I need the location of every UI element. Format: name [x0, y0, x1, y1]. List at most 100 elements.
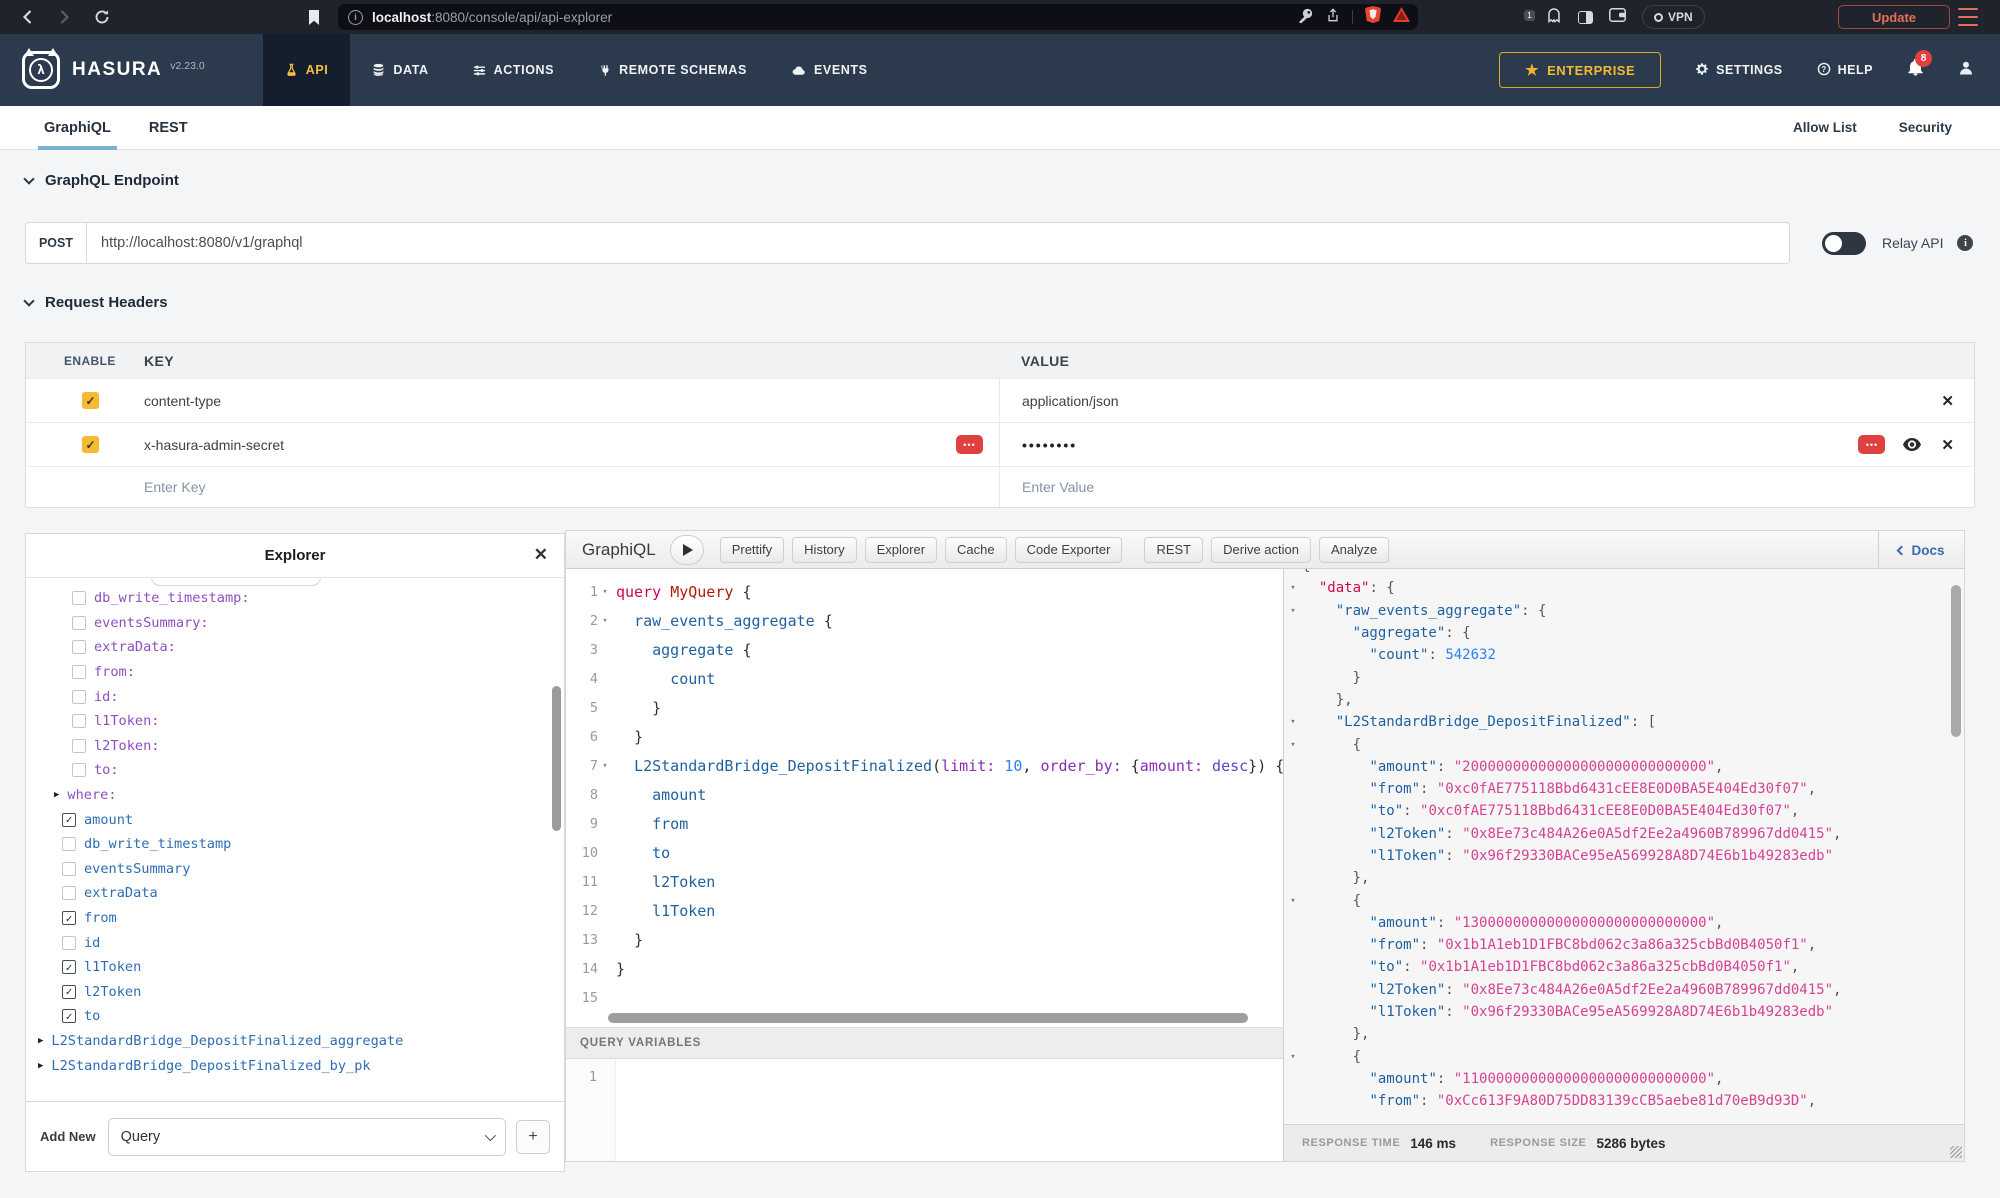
explorer-item-where[interactable]: ▶where: — [26, 783, 564, 808]
field-checkbox[interactable] — [62, 960, 76, 974]
new-header-key-input[interactable]: Enter Key — [116, 479, 999, 495]
enable-checkbox[interactable]: ✓ — [82, 392, 99, 409]
reload-icon[interactable] — [88, 3, 116, 31]
masked-indicator-icon[interactable] — [1858, 435, 1885, 454]
update-button[interactable]: Update — [1838, 5, 1950, 29]
field-checkbox[interactable] — [72, 714, 86, 728]
expand-arrow-icon[interactable]: ▶ — [38, 1061, 43, 1071]
header-key-input[interactable]: x-hasura-admin-secret — [144, 437, 284, 453]
forward-icon[interactable] — [50, 3, 78, 31]
explorer-scrollbar[interactable] — [552, 686, 561, 831]
docs-button[interactable]: Docs — [1878, 531, 1964, 569]
field-checkbox[interactable] — [62, 813, 76, 827]
field-checkbox[interactable] — [72, 591, 86, 605]
user-button[interactable] — [1958, 60, 1974, 81]
response-viewer[interactable]: {▾ "data": {▾ "raw_events_aggregate": { … — [1284, 569, 1948, 1124]
back-icon[interactable] — [14, 3, 42, 31]
expand-arrow-icon[interactable]: ▶ — [54, 790, 59, 800]
explorer-item-l2token[interactable]: l2Token: — [26, 734, 564, 759]
resize-grip[interactable] — [1950, 1146, 1962, 1158]
reveal-eye-icon[interactable] — [1903, 438, 1921, 451]
remove-header-icon[interactable]: ✕ — [1941, 392, 1954, 410]
enable-checkbox[interactable]: ✓ — [82, 436, 99, 453]
expand-arrow-icon[interactable]: ▶ — [38, 1036, 43, 1046]
vpn-button[interactable]: VPN — [1642, 5, 1705, 29]
field-checkbox[interactable] — [62, 862, 76, 876]
relay-api-toggle[interactable] — [1822, 232, 1866, 255]
explorer-item-extradata[interactable]: extraData: — [26, 635, 564, 660]
toolbar-button-analyze[interactable]: Analyze — [1319, 537, 1389, 563]
field-checkbox[interactable] — [72, 763, 86, 777]
field-checkbox[interactable] — [72, 640, 86, 654]
toolbar-button-derive-action[interactable]: Derive action — [1211, 537, 1311, 563]
field-checkbox[interactable] — [62, 886, 76, 900]
chevron-down-icon[interactable] — [23, 173, 34, 184]
graphql-endpoint-input[interactable]: http://localhost:8080/v1/graphql — [87, 222, 1790, 264]
field-checkbox[interactable] — [62, 936, 76, 950]
field-checkbox[interactable] — [72, 739, 86, 753]
masked-indicator-icon[interactable] — [956, 435, 983, 454]
field-checkbox[interactable] — [62, 837, 76, 851]
explorer-item-l2standardbridge_depositfinalized_aggregate[interactable]: ▶L2StandardBridge_DepositFinalized_aggre… — [26, 1029, 564, 1054]
add-operation-button[interactable]: + — [516, 1120, 550, 1154]
nav-tab-events[interactable]: EVENTS — [769, 34, 890, 106]
explorer-item-from[interactable]: from: — [26, 660, 564, 685]
field-checkbox[interactable] — [62, 911, 76, 925]
subnav-link-security[interactable]: Security — [1899, 120, 1952, 135]
field-checkbox[interactable] — [72, 665, 86, 679]
nav-tab-api[interactable]: API — [263, 34, 351, 106]
field-checkbox[interactable] — [72, 690, 86, 704]
menu-icon[interactable] — [1958, 8, 1978, 26]
bookmark-icon[interactable] — [300, 3, 328, 31]
subnav-tab-rest[interactable]: REST — [149, 106, 188, 150]
explorer-item-id[interactable]: id — [26, 930, 564, 955]
field-checkbox[interactable] — [62, 985, 76, 999]
explorer-item-eventssummary[interactable]: eventsSummary — [26, 857, 564, 882]
horizontal-scrollbar[interactable] — [608, 1013, 1248, 1023]
nav-tab-actions[interactable]: ACTIONS — [451, 34, 576, 106]
subnav-tab-graphiql[interactable]: GraphiQL — [44, 106, 111, 150]
explorer-item-l2token[interactable]: l2Token — [26, 980, 564, 1005]
enterprise-button[interactable]: ★ ENTERPRISE — [1499, 52, 1661, 88]
header-value-input[interactable]: application/json — [1022, 393, 1119, 409]
ghost-extension-icon[interactable] — [1546, 7, 1562, 28]
field-checkbox[interactable] — [62, 1009, 76, 1023]
toolbar-button-cache[interactable]: Cache — [945, 537, 1007, 563]
explorer-item-l2standardbridge_depositfinalized_by_pk[interactable]: ▶L2StandardBridge_DepositFinalized_by_pk — [26, 1053, 564, 1078]
info-icon[interactable]: i — [1957, 235, 1973, 251]
new-header-value-input[interactable]: Enter Value — [999, 467, 1974, 507]
help-button[interactable]: ? HELP — [1817, 62, 1873, 79]
url-bar[interactable]: i localhost:8080/console/api/api-explore… — [338, 4, 1418, 30]
site-info-icon[interactable]: i — [348, 10, 363, 25]
toolbar-button-explorer[interactable]: Explorer — [865, 537, 937, 563]
explorer-item-to[interactable]: to: — [26, 758, 564, 783]
toolbar-button-prettify[interactable]: Prettify — [720, 537, 784, 563]
settings-button[interactable]: SETTINGS — [1695, 62, 1783, 79]
subnav-link-allow-list[interactable]: Allow List — [1793, 120, 1857, 135]
chevron-down-icon[interactable] — [23, 295, 34, 306]
response-scrollbar[interactable] — [1951, 585, 1961, 737]
share-icon[interactable] — [1326, 7, 1340, 28]
explorer-item-l1token[interactable]: l1Token: — [26, 709, 564, 734]
explorer-item-l1token[interactable]: l1Token — [26, 955, 564, 980]
nav-tab-remote-schemas[interactable]: REMOTE SCHEMAS — [576, 34, 769, 106]
toolbar-button-history[interactable]: History — [792, 537, 856, 563]
wallet-icon[interactable] — [1609, 8, 1626, 27]
explorer-item-db_write_timestamp[interactable]: db_write_timestamp: — [26, 586, 564, 611]
nav-tab-data[interactable]: DATA — [350, 34, 450, 106]
query-variables-header[interactable]: QUERY VARIABLES — [566, 1027, 1283, 1059]
field-checkbox[interactable] — [72, 616, 86, 630]
explorer-item-db_write_timestamp[interactable]: db_write_timestamp — [26, 832, 564, 857]
key-icon[interactable] — [1298, 7, 1314, 28]
toolbar-button-rest[interactable]: REST — [1144, 537, 1203, 563]
query-variables-editor[interactable]: 1 — [566, 1059, 1283, 1161]
remove-header-icon[interactable]: ✕ — [1941, 436, 1954, 454]
toolbar-button-code-exporter[interactable]: Code Exporter — [1015, 537, 1123, 563]
header-key-input[interactable]: content-type — [144, 393, 221, 409]
execute-query-button[interactable] — [670, 535, 704, 565]
brave-shield-icon[interactable] — [1365, 6, 1381, 28]
hasura-logo[interactable]: λ — [22, 51, 60, 89]
explorer-item-from[interactable]: from — [26, 906, 564, 931]
explorer-item-to[interactable]: to — [26, 1004, 564, 1029]
close-icon[interactable]: ✕ — [534, 545, 548, 565]
